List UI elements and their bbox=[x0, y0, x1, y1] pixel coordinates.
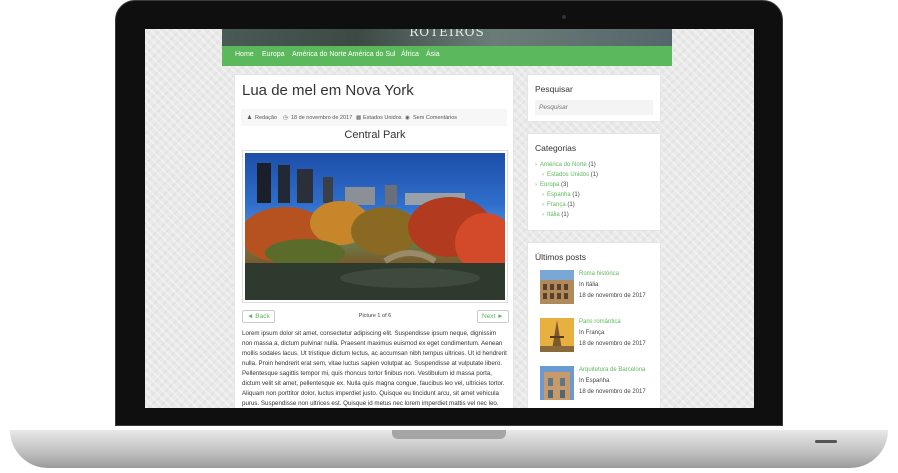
category-item[interactable]: › Estados Unidos (1) bbox=[542, 172, 598, 178]
barcelona-architecture-image bbox=[540, 366, 574, 400]
category-name[interactable]: Europa bbox=[540, 182, 559, 188]
post-title[interactable]: Lua de mel em Nova York bbox=[242, 82, 414, 99]
browser-screen: ROTEIROS Home Europa América do Norte Am… bbox=[145, 29, 754, 408]
colosseum-image bbox=[540, 270, 574, 304]
post-article: Lua de mel em Nova York ♟ Redação ◷ 18 d… bbox=[234, 74, 514, 408]
bullet-icon: › bbox=[535, 162, 537, 168]
post-comments[interactable]: Sem Comentários bbox=[413, 115, 457, 121]
category-count: (1) bbox=[588, 162, 596, 168]
category-item[interactable]: › França (1) bbox=[542, 202, 575, 208]
post-category[interactable]: Estados Unidos bbox=[363, 115, 402, 121]
category-item[interactable]: › América do Norte (1) bbox=[535, 162, 596, 168]
category-name[interactable]: Itália bbox=[547, 212, 560, 218]
bullet-icon: › bbox=[542, 172, 544, 178]
central-park-photo bbox=[245, 153, 505, 300]
nav-item-america-do-norte[interactable]: América do Norte bbox=[292, 51, 346, 58]
search-widget-title: Pesquisar bbox=[535, 84, 573, 94]
roma-thumbnail[interactable] bbox=[540, 270, 574, 304]
bullet-icon: › bbox=[535, 182, 537, 188]
main-navigation: Home Europa América do Norte América do … bbox=[222, 46, 672, 66]
author-icon: ♟ bbox=[247, 115, 252, 121]
bullet-icon: › bbox=[542, 192, 544, 198]
category-count: (1) bbox=[572, 192, 580, 198]
clock-icon: ◷ bbox=[283, 115, 288, 121]
bullet-icon: › bbox=[542, 202, 544, 208]
latest-posts-widget: Últimos posts Roma histórica In Itália 1… bbox=[527, 242, 661, 408]
camera-dot bbox=[562, 15, 566, 19]
latest-post-category: In Espanha bbox=[579, 378, 610, 384]
central-park-illustration bbox=[245, 163, 505, 300]
nav-item-europa[interactable]: Europa bbox=[262, 51, 285, 58]
latest-post-date: 18 de novembro de 2017 bbox=[579, 389, 646, 395]
category-count: (1) bbox=[561, 212, 569, 218]
post-author[interactable]: Redação bbox=[255, 115, 277, 121]
category-item[interactable]: › Espanha (1) bbox=[542, 192, 580, 198]
category-item[interactable]: › Europa (3) bbox=[535, 182, 568, 188]
latest-post-item[interactable]: Arquitetura de Barcelona In Espanha 18 d… bbox=[535, 366, 659, 404]
category-count: (3) bbox=[561, 182, 569, 188]
latest-post-item[interactable]: Paris romântica In França 18 de novembro… bbox=[535, 318, 659, 356]
nav-item-america-do-sul[interactable]: América do Sul bbox=[348, 51, 395, 58]
barcelona-thumbnail[interactable] bbox=[540, 366, 574, 400]
gallery-next-button[interactable]: Next ► bbox=[477, 310, 509, 323]
nav-item-home[interactable]: Home bbox=[235, 51, 254, 58]
categories-widget: Categorias › América do Norte (1) › Estado… bbox=[527, 133, 661, 231]
gallery-caption: Picture 1 of 6 bbox=[358, 313, 392, 319]
latest-post-title[interactable]: Roma histórica bbox=[579, 271, 619, 277]
latest-post-category: In Itália bbox=[579, 282, 599, 288]
gallery-image-frame[interactable] bbox=[242, 150, 508, 303]
category-item[interactable]: › Itália (1) bbox=[542, 212, 569, 218]
category-name[interactable]: França bbox=[547, 202, 566, 208]
latest-post-title[interactable]: Paris romântica bbox=[579, 319, 621, 325]
latest-post-date: 18 de novembro de 2017 bbox=[579, 293, 646, 299]
folder-icon: ▩ bbox=[356, 115, 362, 121]
site-title[interactable]: ROTEIROS bbox=[222, 29, 672, 39]
laptop-hinge-notch bbox=[392, 430, 506, 439]
search-input[interactable] bbox=[535, 100, 653, 115]
latest-posts-title: Últimos posts bbox=[535, 252, 587, 262]
category-name[interactable]: Espanha bbox=[547, 192, 571, 198]
laptop-indicator bbox=[815, 440, 837, 443]
nav-item-asia[interactable]: Ásia bbox=[426, 51, 440, 58]
category-name[interactable]: América do Norte bbox=[540, 162, 587, 168]
latest-post-category: In França bbox=[579, 330, 605, 336]
paris-thumbnail[interactable] bbox=[540, 318, 574, 352]
latest-post-date: 18 de novembro de 2017 bbox=[579, 341, 646, 347]
categories-widget-title: Categorias bbox=[535, 143, 577, 153]
category-name[interactable]: Estados Unidos bbox=[547, 172, 589, 178]
eiffel-tower-image bbox=[540, 318, 574, 352]
category-count: (1) bbox=[590, 172, 599, 178]
latest-post-item[interactable]: Roma histórica In Itália 18 de novembro … bbox=[535, 270, 659, 308]
nav-item-africa[interactable]: África bbox=[401, 51, 419, 58]
comment-icon: ◉ bbox=[405, 115, 410, 121]
post-body: Lorem ipsum dolor sit amet, consectetur … bbox=[242, 330, 507, 407]
post-meta: ♟ Redação ◷ 18 de novembro de 2017 ▩ Est… bbox=[241, 109, 507, 126]
site-header: ROTEIROS bbox=[222, 29, 672, 46]
category-count: (1) bbox=[567, 202, 575, 208]
post-subtitle: Central Park bbox=[344, 129, 406, 141]
bullet-icon: › bbox=[542, 212, 544, 218]
search-widget: Pesquisar bbox=[527, 74, 661, 122]
latest-post-title[interactable]: Arquitetura de Barcelona bbox=[579, 367, 645, 373]
post-date: 18 de novembro de 2017 bbox=[291, 115, 353, 121]
